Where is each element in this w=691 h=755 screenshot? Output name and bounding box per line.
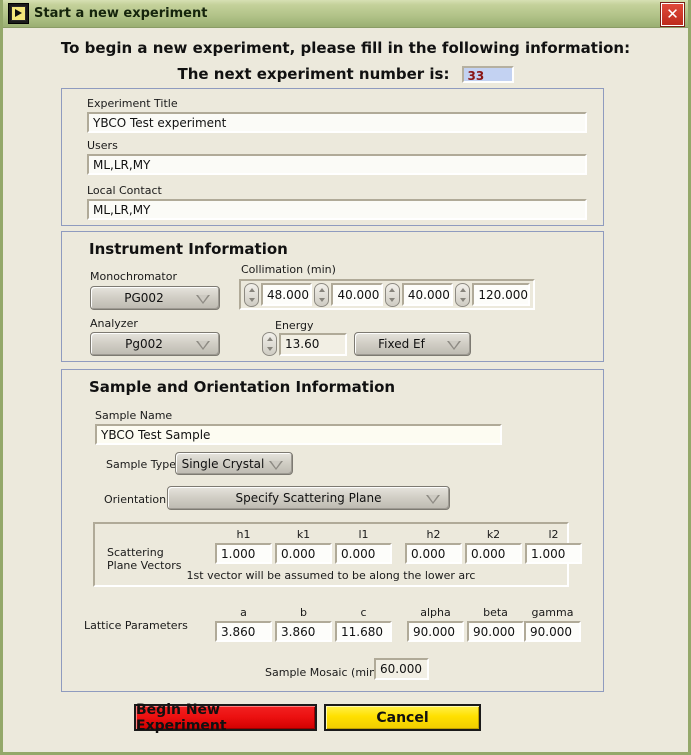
sample-type-select[interactable]: Single Crystal [175, 452, 293, 475]
analyzer-value: Pg002 [125, 337, 163, 351]
column-header-l2: l2 [548, 528, 559, 541]
monochromator-value: PG002 [124, 291, 164, 305]
chevron-down-icon [447, 341, 461, 350]
scattering-input-l2[interactable]: 1.000 [525, 543, 582, 564]
collimation-stepper-4[interactable] [455, 282, 471, 307]
energy-input[interactable]: 13.60 [279, 332, 347, 356]
chevron-down-icon [269, 460, 283, 470]
scattering-label-line1: Scattering [107, 546, 164, 559]
close-icon[interactable]: ✕ [661, 3, 684, 26]
column-header-k2: k2 [486, 528, 501, 541]
analyzer-label: Analyzer [90, 317, 138, 330]
users-label: Users [87, 139, 118, 152]
energy-stepper[interactable] [262, 332, 277, 356]
collimation-stepper-2[interactable] [314, 282, 330, 307]
fixed-mode-value: Fixed Ef [378, 337, 425, 351]
scattering-input-l1[interactable]: 0.000 [335, 543, 392, 564]
sample-type-value: Single Crystal [181, 456, 265, 471]
chevron-down-icon [196, 295, 210, 304]
experiment-title-label: Experiment Title [87, 97, 178, 110]
sample-mosaic-label: Sample Mosaic (min) [265, 666, 381, 679]
sample-type-label: Sample Type [106, 458, 177, 471]
cancel-button[interactable]: Cancel [324, 704, 481, 731]
collimation-stepper-1[interactable] [244, 282, 259, 307]
collimation-panel: 48.000 40.000 40.000 120.000 [239, 279, 535, 310]
chevron-down-icon [426, 495, 440, 504]
column-header-gamma: gamma [531, 606, 574, 619]
collimation-stepper-3[interactable] [384, 282, 400, 307]
new-experiment-dialog: Start a new experiment ✕ To begin a new … [0, 0, 691, 755]
scattering-note: 1st vector will be assumed to be along t… [186, 569, 476, 582]
column-header-l1: l1 [358, 528, 369, 541]
sample-mosaic-input[interactable]: 60.000 [374, 658, 429, 680]
lattice-input-c[interactable]: 11.680 [335, 621, 392, 642]
instrument-info-group: Instrument Information Monochromator PG0… [61, 231, 604, 362]
collimation-label: Collimation (min) [241, 263, 336, 276]
orientation-select[interactable]: Specify Scattering Plane [167, 486, 450, 510]
users-input[interactable]: ML,LR,MY [87, 154, 587, 175]
column-header-c: c [360, 606, 367, 619]
sample-name-label: Sample Name [95, 409, 173, 422]
column-header-h2: h2 [426, 528, 441, 541]
close-glyph: ✕ [666, 5, 679, 23]
monochromator-label: Monochromator [90, 270, 177, 283]
energy-label: Energy [275, 319, 314, 332]
lattice-input-alpha[interactable]: 90.000 [407, 621, 464, 642]
lattice-parameters-label: Lattice Parameters [84, 619, 188, 632]
window-title: Start a new experiment [34, 6, 208, 21]
lattice-input-gamma[interactable]: 90.000 [524, 621, 581, 642]
scattering-plane-panel: Scattering Plane Vectors h1 k1 l1 h2 k2 … [93, 522, 582, 587]
sample-info-group: Sample and Orientation Information Sampl… [61, 369, 604, 692]
analyzer-select[interactable]: Pg002 [90, 332, 220, 356]
local-contact-input[interactable]: ML,LR,MY [87, 199, 587, 220]
orientation-label: Orientation [104, 493, 167, 506]
next-experiment-number: 33 [461, 65, 514, 83]
lattice-input-b[interactable]: 3.860 [275, 621, 332, 642]
collimation-input-4[interactable]: 120.000 [472, 283, 530, 306]
collimation-input-3[interactable]: 40.000 [401, 283, 454, 306]
column-header-b: b [300, 606, 307, 619]
orientation-value: Specify Scattering Plane [235, 491, 382, 505]
lattice-input-beta[interactable]: 90.000 [467, 621, 524, 642]
next-number-row: The next experiment number is: 33 [3, 65, 688, 83]
scattering-input-k2[interactable]: 0.000 [465, 543, 522, 564]
labview-vi-icon [8, 3, 29, 24]
begin-new-experiment-button[interactable]: Begin New Experiment [134, 702, 317, 734]
collimation-input-1[interactable]: 48.000 [261, 283, 313, 306]
intro-prompt: To begin a new experiment, please fill i… [60, 39, 631, 57]
column-header-beta: beta [483, 606, 508, 619]
column-header-k1: k1 [296, 528, 311, 541]
collimation-input-2[interactable]: 40.000 [331, 283, 383, 306]
energy-control: 13.60 [262, 332, 347, 356]
lattice-input-a[interactable]: 3.860 [215, 621, 272, 642]
local-contact-label: Local Contact [87, 184, 162, 197]
column-header-a: a [240, 606, 247, 619]
monochromator-select[interactable]: PG002 [90, 286, 220, 310]
experiment-info-group: Experiment Title YBCO Test experiment Us… [61, 88, 604, 226]
scattering-input-h2[interactable]: 0.000 [405, 543, 462, 564]
fixed-mode-select[interactable]: Fixed Ef [354, 332, 471, 356]
scattering-input-h1[interactable]: 1.000 [215, 543, 272, 564]
instrument-section-title: Instrument Information [89, 240, 288, 258]
next-number-label: The next experiment number is: [177, 65, 450, 83]
experiment-title-input[interactable]: YBCO Test experiment [87, 112, 587, 133]
scattering-input-k1[interactable]: 0.000 [275, 543, 332, 564]
column-header-h1: h1 [236, 528, 251, 541]
chevron-down-icon [196, 341, 210, 350]
title-bar: Start a new experiment ✕ [3, 0, 688, 28]
column-header-alpha: alpha [420, 606, 451, 619]
sample-section-title: Sample and Orientation Information [89, 378, 396, 396]
sample-name-input[interactable]: YBCO Test Sample [95, 424, 502, 445]
